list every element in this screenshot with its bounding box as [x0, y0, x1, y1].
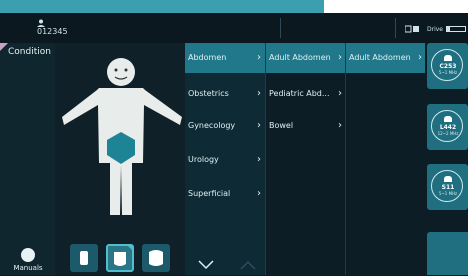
drive-label: Drive: [427, 26, 443, 33]
manuals-label: Manuals: [13, 264, 43, 272]
transducer-button-1[interactable]: C253 5~1 MHz: [427, 43, 468, 89]
menu-item-adult-abdomen[interactable]: Adult Abdomen ›: [266, 43, 346, 73]
transducer-freq: 12~2 MHz: [437, 131, 459, 136]
user-icon: [37, 19, 45, 27]
transducer-badge: L442 12~2 MHz: [431, 110, 463, 142]
menu-item-gynecology[interactable]: Gynecology ›: [185, 111, 265, 141]
transducer-slot-empty[interactable]: [427, 232, 468, 275]
header-divider: [280, 18, 281, 38]
probe-icon: [444, 55, 452, 61]
menu-item-urology[interactable]: Urology ›: [185, 145, 265, 175]
menu-item-superficial[interactable]: Superficial ›: [185, 179, 265, 209]
menu-item-obstetrics[interactable]: Obstetrics ›: [185, 79, 265, 109]
menu-item-label: Adult Abdomen: [349, 53, 411, 62]
body-figure[interactable]: [62, 55, 184, 225]
chevron-right-icon: ›: [257, 154, 261, 165]
patient-id[interactable]: 012345: [37, 27, 68, 36]
condition-label[interactable]: Condition: [8, 47, 51, 57]
menu-item-label: Urology: [188, 155, 219, 164]
menu-item-adult-abdomen-preset[interactable]: Adult Abdomen ›: [346, 43, 426, 73]
probe-icon: [80, 251, 88, 265]
network-icon: [405, 25, 419, 33]
menu-item-label: Superficial: [188, 189, 231, 198]
menu-item-label: Bowel: [269, 121, 294, 130]
chevron-right-icon: ›: [338, 88, 342, 99]
scroll-up-button[interactable]: [228, 255, 268, 275]
menu-item-bowel[interactable]: Bowel ›: [266, 111, 346, 141]
transducer-name: S11: [441, 184, 455, 191]
transducer-freq: 5~1 MHz: [438, 70, 458, 75]
chevron-up-icon: [240, 260, 256, 270]
menu-column-2: Adult Abdomen › Pediatric Abd... › Bowel ›: [265, 43, 346, 275]
chevron-right-icon: ›: [257, 88, 261, 99]
drive-usage-bar: [446, 26, 466, 32]
probe-button-1[interactable]: [70, 244, 98, 272]
menu-item-label: Abdomen: [188, 53, 227, 62]
top-accent-bar: [0, 0, 324, 13]
transducer-name: L442: [439, 124, 457, 131]
menu-item-label: Adult Abdomen: [269, 53, 331, 62]
menu-item-label: Obstetrics: [188, 89, 229, 98]
menu-item-label: Pediatric Abd...: [269, 89, 330, 98]
manuals-icon: [21, 248, 35, 262]
chevron-right-icon: ›: [257, 52, 261, 63]
chevron-right-icon: ›: [418, 52, 422, 63]
probe-icon: [444, 116, 452, 122]
menu-column-1: Abdomen › Obstetrics › Gynecology › Urology…: [185, 43, 265, 275]
transducer-badge: C253 5~1 MHz: [431, 49, 463, 81]
chevron-right-icon: ›: [257, 120, 261, 131]
probe-icon: [114, 246, 132, 266]
header-bar: [0, 13, 468, 44]
menu-item-label: Gynecology: [188, 121, 236, 130]
probe-button-3[interactable]: [142, 244, 170, 272]
chevron-right-icon: ›: [338, 52, 342, 63]
transducer-button-2[interactable]: L442 12~2 MHz: [427, 104, 468, 150]
chevron-right-icon: ›: [338, 120, 342, 131]
probe-icon: [149, 250, 163, 266]
transducer-button-3[interactable]: S11 5~1 MHz: [427, 164, 468, 210]
probe-icon: [444, 176, 452, 182]
header-divider: [395, 18, 396, 38]
transducer-freq: 5~1 MHz: [438, 191, 458, 196]
chevron-down-icon: [198, 260, 214, 270]
condition-corner-marker: [0, 43, 8, 51]
chevron-right-icon: ›: [257, 188, 261, 199]
transducer-name: C253: [439, 63, 457, 70]
condition-sidebar: [0, 43, 55, 275]
transducer-badge: S11 5~1 MHz: [431, 170, 463, 202]
menu-column-3: Adult Abdomen ›: [345, 43, 426, 275]
scroll-down-button[interactable]: [186, 255, 226, 275]
probe-button-2[interactable]: [106, 244, 134, 272]
menu-item-pediatric-abdomen[interactable]: Pediatric Abd... ›: [266, 79, 346, 109]
menu-item-abdomen[interactable]: Abdomen ›: [185, 43, 265, 73]
manuals-button[interactable]: Manuals: [6, 248, 50, 275]
